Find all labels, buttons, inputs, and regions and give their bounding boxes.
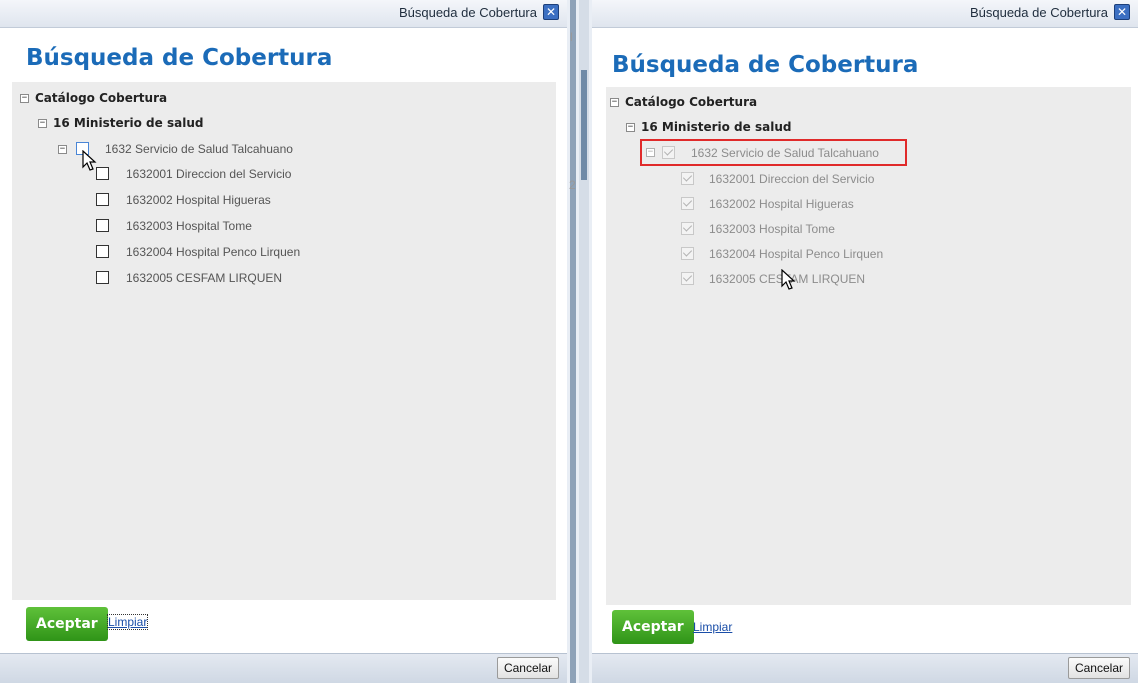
clear-link[interactable]: Limpiar bbox=[106, 614, 149, 630]
mouse-cursor-icon bbox=[781, 269, 796, 290]
accept-button[interactable]: Aceptar bbox=[612, 610, 694, 644]
leaf-checkbox[interactable] bbox=[96, 245, 109, 258]
close-icon[interactable]: ✕ bbox=[543, 4, 559, 20]
coverage-search-dialog-unchecked: Búsqueda de Cobertura ✕ Búsqueda de Cobe… bbox=[0, 0, 567, 683]
background-divider bbox=[570, 0, 576, 683]
tree-node-label: 1632 Servicio de Salud Talcahuano bbox=[105, 142, 293, 156]
tree-leaf-label: 1632001 Direccion del Servicio bbox=[126, 167, 292, 181]
leaf-checkbox[interactable] bbox=[96, 271, 109, 284]
background-window-strip: l 2 bbox=[567, 0, 592, 683]
dialog-titlebar: Búsqueda de Cobertura ✕ bbox=[592, 0, 1138, 28]
tree-leaf-label: 1632005 CESFAM LIRQUEN bbox=[126, 271, 283, 285]
leaf-checkbox-checked[interactable] bbox=[681, 172, 694, 185]
service-checkbox-checked[interactable] bbox=[662, 146, 675, 159]
tree-node-label: 16 Ministerio de salud bbox=[53, 116, 204, 130]
collapse-icon[interactable]: − bbox=[626, 123, 635, 132]
tree-node-label: 16 Ministerio de salud bbox=[641, 120, 792, 134]
leaf-checkbox-checked[interactable] bbox=[681, 222, 694, 235]
close-icon[interactable]: ✕ bbox=[1114, 4, 1130, 20]
tree-leaf-label: 1632002 Hospital Higueras bbox=[126, 193, 271, 207]
dialog-footer: Cancelar bbox=[0, 653, 567, 683]
tree-leaf-label: 1632004 Hospital Penco Lirquen bbox=[709, 247, 884, 261]
dialog-title: Búsqueda de Cobertura bbox=[969, 5, 1108, 20]
background-text-fragment: 2 bbox=[569, 178, 576, 192]
tree-leaf-label: 1632002 Hospital Higueras bbox=[709, 197, 854, 211]
dialog-titlebar: Búsqueda de Cobertura ✕ bbox=[0, 0, 567, 28]
tree-leaf-label: 1632003 Hospital Tome bbox=[709, 222, 835, 236]
tree-node-label: Catálogo Cobertura bbox=[35, 91, 168, 105]
leaf-checkbox[interactable] bbox=[96, 193, 109, 206]
collapse-icon[interactable]: − bbox=[58, 145, 67, 154]
coverage-search-dialog-checked: Búsqueda de Cobertura ✕ Búsqueda de Cobe… bbox=[592, 0, 1138, 683]
dialog-footer: Cancelar bbox=[592, 653, 1138, 683]
leaf-checkbox[interactable] bbox=[96, 219, 109, 232]
tree-leaf-label: 1632003 Hospital Tome bbox=[126, 219, 252, 233]
tree-node-label: Catálogo Cobertura bbox=[625, 95, 758, 109]
collapse-icon[interactable]: − bbox=[610, 98, 619, 107]
background-text-fragment: l bbox=[570, 30, 573, 44]
coverage-tree: − Catálogo Cobertura − 16 Ministerio de … bbox=[606, 87, 1131, 605]
dialog-title: Búsqueda de Cobertura bbox=[398, 5, 537, 20]
page-title: Búsqueda de Cobertura bbox=[26, 45, 333, 71]
leaf-checkbox-checked[interactable] bbox=[681, 272, 694, 285]
cancel-button[interactable]: Cancelar bbox=[1067, 657, 1130, 679]
accept-button[interactable]: Aceptar bbox=[26, 607, 108, 641]
tree-leaf-label: 1632004 Hospital Penco Lirquen bbox=[126, 245, 301, 259]
page-title: Búsqueda de Cobertura bbox=[612, 52, 919, 78]
tree-node-label: 1632 Servicio de Salud Talcahuano bbox=[691, 146, 879, 160]
leaf-checkbox-checked[interactable] bbox=[681, 247, 694, 260]
leaf-checkbox-checked[interactable] bbox=[681, 197, 694, 210]
collapse-icon[interactable]: − bbox=[38, 119, 47, 128]
mouse-cursor-icon bbox=[82, 150, 97, 171]
tree-leaf-label: 1632001 Direccion del Servicio bbox=[709, 172, 875, 186]
cancel-button[interactable]: Cancelar bbox=[496, 657, 559, 679]
collapse-icon[interactable]: − bbox=[20, 94, 29, 103]
coverage-tree: − Catálogo Cobertura − 16 Ministerio de … bbox=[12, 82, 556, 600]
clear-link[interactable]: Limpiar bbox=[693, 620, 732, 634]
background-scroll-thumb bbox=[581, 70, 587, 180]
collapse-icon[interactable]: − bbox=[646, 148, 655, 157]
